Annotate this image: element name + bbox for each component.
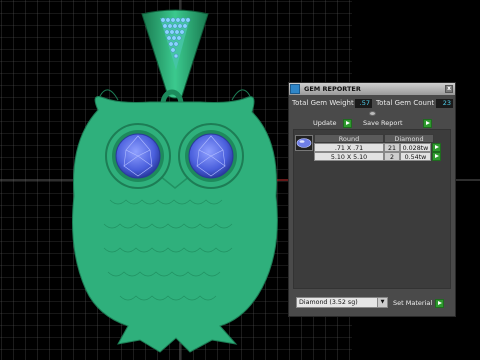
left-eye-gem [105,123,171,189]
update-button[interactable]: Update [313,118,337,128]
close-icon[interactable]: x [445,85,453,93]
right-eye-gem [178,123,244,189]
panel-titlebar[interactable]: GEM REPORTER x [289,83,455,95]
slider-knob[interactable] [369,111,376,116]
save-report-button[interactable]: Save Report [363,118,403,128]
panel-title: GEM REPORTER [304,85,361,93]
table-cell-count: 2 [384,152,400,161]
total-gem-count-label: Total Gem Count [376,99,435,107]
table-header-shape: Round [314,134,384,143]
dropdown-arrow-icon[interactable]: ▼ [377,298,387,307]
material-select[interactable]: Diamond (3.52 sg) ▼ [296,297,388,308]
save-report-label: Save Report [363,119,403,127]
table-cell-weight: 0.54tw [400,152,431,161]
set-material-label: Set Material [393,299,433,307]
row-go-icon[interactable] [432,143,441,152]
gem-thumbnail[interactable] [295,135,313,151]
set-material-button[interactable]: Set Material [393,298,432,308]
table-cell-size: 5.10 X 5.10 [314,152,384,161]
update-go-icon[interactable] [343,119,352,128]
total-gem-count-value: 23 [436,99,453,108]
material-select-value: Diamond (3.52 sg) [299,299,358,306]
totals-row: Total Gem Weight .57 Total Gem Count 23 [292,98,454,109]
table-cell-weight: 0.028tw [400,143,431,152]
set-material-go-icon[interactable] [435,299,444,308]
table-cell-size: .71 X .71 [314,143,384,152]
update-label: Update [313,119,337,127]
row-go-icon[interactable] [432,152,441,161]
table-cell-count: 21 [384,143,400,152]
total-gem-weight-label: Total Gem Weight [292,99,354,107]
total-gem-weight-value: .57 [355,99,372,108]
gem-reporter-panel: GEM REPORTER x Total Gem Weight .57 Tota… [288,82,456,317]
table-header-material: Diamond [384,134,434,143]
save-report-go-icon[interactable] [423,119,432,128]
app-icon [290,84,300,94]
